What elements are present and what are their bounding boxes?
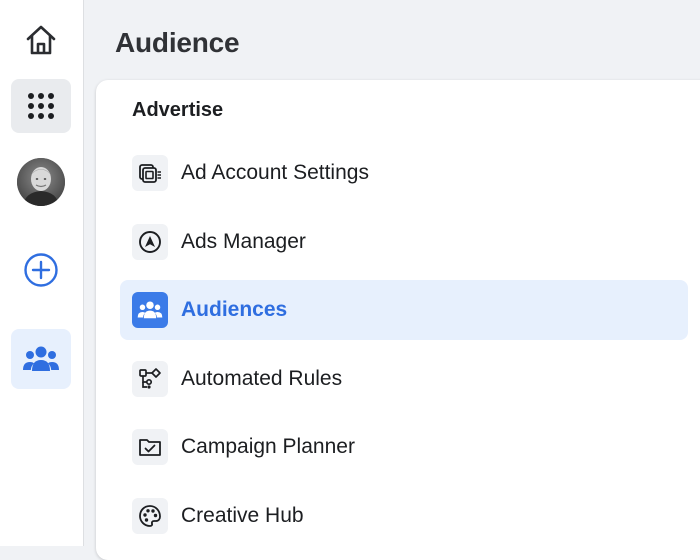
folder-check-icon (139, 439, 161, 456)
menu-item-campaign-planner[interactable]: Campaign Planner (120, 417, 688, 477)
ad-account-settings-icon (139, 164, 161, 183)
section-title-advertise: Advertise (132, 99, 224, 121)
menu-item-label: Automated Rules (181, 367, 343, 390)
menu-item-label: Creative Hub (181, 504, 304, 527)
home-icon (26, 25, 56, 55)
page-title: Audience (115, 27, 240, 58)
home-button[interactable] (11, 13, 71, 67)
menu-item-label: Campaign Planner (181, 435, 355, 458)
menu-item-automated-rules[interactable]: Automated Rules (120, 349, 688, 409)
plus-circle-icon (24, 253, 58, 287)
automation-icon (139, 368, 161, 389)
menu-item-label: Audiences (181, 298, 288, 321)
create-button[interactable] (11, 243, 71, 297)
menu-item-label: Ads Manager (181, 230, 306, 253)
menu-item-ads-manager[interactable]: Ads Manager (120, 212, 688, 272)
menu-item-icon-box (132, 429, 168, 465)
menu-item-label: Ad Account Settings (181, 161, 369, 184)
people-icon (137, 301, 163, 319)
audiences-nav-button[interactable] (11, 329, 71, 389)
menu-item-creative-hub[interactable]: Creative Hub (120, 486, 688, 546)
menu-item-icon-box (132, 361, 168, 397)
palette-icon (139, 505, 161, 527)
menu-item-icon-box (132, 155, 168, 191)
menu-item-icon-box (132, 224, 168, 260)
navigation-arrow-icon (139, 231, 161, 253)
menu-item-ad-account-settings[interactable]: Ad Account Settings (120, 143, 688, 203)
left-nav-rail (0, 0, 84, 546)
grid-menu-icon (28, 93, 54, 119)
tools-menu-panel: Advertise Ad Account Settings Ads Manage… (96, 80, 700, 560)
avatar[interactable] (17, 158, 65, 206)
menu-item-audiences[interactable]: Audiences (120, 280, 688, 340)
people-icon (23, 346, 59, 371)
menu-item-icon-box (132, 292, 168, 328)
profile-photo (17, 158, 65, 206)
menu-item-icon-box (132, 498, 168, 534)
all-tools-button[interactable] (11, 79, 71, 133)
